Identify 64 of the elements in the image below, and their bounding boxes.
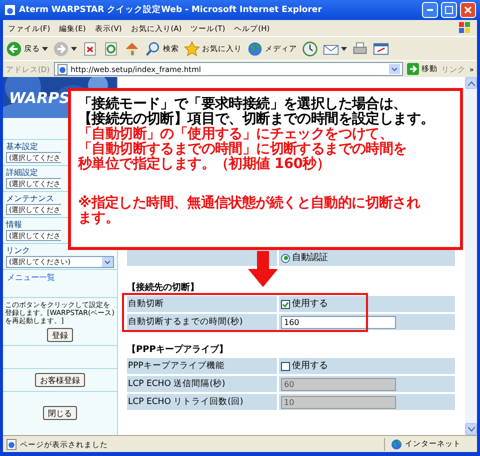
- scroll-down-button[interactable]: [465, 423, 477, 435]
- maximize-icon: [445, 6, 453, 14]
- sidebar-heading: メンテナンス: [6, 194, 54, 203]
- refresh-button[interactable]: [103, 40, 119, 56]
- windows-logo-icon: [458, 21, 472, 35]
- section-heading: 【PPPキープアライブ】: [127, 344, 228, 356]
- checkbox[interactable]: [281, 300, 290, 308]
- stop-icon: [82, 40, 98, 56]
- page-icon: [56, 64, 68, 74]
- up-caret-icon: [468, 80, 474, 86]
- minimize-icon: [427, 9, 433, 11]
- caret-icon: [71, 46, 77, 50]
- down-caret-icon: [468, 426, 474, 432]
- printer-icon: [352, 40, 368, 56]
- forward-arrow-icon: [53, 40, 69, 56]
- radio-button[interactable]: [281, 254, 290, 262]
- menu-list-link[interactable]: メニュー一覧: [3, 270, 59, 285]
- minimize-button[interactable]: [422, 2, 438, 18]
- caret-icon: [341, 46, 347, 50]
- checkbox-label: 使用する: [292, 361, 328, 371]
- edit-window-icon: [373, 40, 389, 56]
- field-label: 自動切断するまでの時間(秒): [127, 314, 277, 330]
- history-button[interactable]: [302, 40, 318, 56]
- checkbox[interactable]: [281, 362, 290, 370]
- callout-text: 「自動切断」の「使用する」にチェックをつけて、 「自動切断するまでの時間」に切断するまでの時間を 秒単位で指定します。（初期値 160秒）: [78, 127, 408, 172]
- refresh-icon: [103, 40, 119, 56]
- register-button[interactable]: 登録: [47, 328, 73, 342]
- home-icon: [124, 40, 140, 56]
- window-icon: [4, 4, 16, 16]
- customer-register-button[interactable]: お客様登録: [35, 373, 85, 387]
- maximize-button[interactable]: [441, 2, 457, 18]
- sidebar-heading: 情報: [6, 220, 22, 229]
- sidebar-heading: 詳細設定: [6, 168, 38, 177]
- sidebar-heading: 基本設定: [6, 142, 38, 151]
- input-field[interactable]: 160: [281, 316, 396, 328]
- stop-button[interactable]: [82, 40, 98, 56]
- field-label: PPPキープアライブ機能: [127, 358, 277, 374]
- back-arrow-icon: [6, 40, 22, 56]
- close-button[interactable]: [460, 2, 476, 18]
- close-icon: [464, 6, 472, 14]
- globe-icon: [391, 438, 402, 450]
- sidebar-heading: リンク: [6, 246, 30, 255]
- search-icon: [145, 40, 161, 56]
- logo-text: WARPS: [9, 90, 70, 106]
- print-button[interactable]: [352, 40, 368, 56]
- field-label: 自動切断: [127, 296, 277, 312]
- scroll-up-button[interactable]: [465, 77, 477, 89]
- globe-icon: [247, 40, 263, 56]
- clock-icon: [302, 40, 318, 56]
- callout-text: ※指定した時間、無通信状態が続くと自動的に切断され ます。: [78, 196, 422, 226]
- field-label: LCP ECHO リトライ回数(回): [127, 394, 277, 410]
- edit-button[interactable]: [373, 40, 389, 56]
- page-icon: [6, 438, 17, 450]
- checkbox-label: 使用する: [292, 299, 328, 309]
- home-button[interactable]: [124, 40, 140, 56]
- callout-text: 「接続モード」で「要求時接続」を選択した場合は、 【接続先の切断】項目で、切断までの時間を設定します。: [78, 97, 436, 127]
- caret-icon: [42, 46, 48, 50]
- star-icon: [184, 40, 200, 56]
- option-label: 自動認証: [292, 253, 328, 263]
- section-heading: 【接続先の切断】: [127, 282, 199, 294]
- field-label: LCP ECHO 送信間隔(秒): [127, 376, 277, 392]
- window-title: Aterm WARPSTAR クイック設定Web - Microsoft Internet Explorer: [19, 5, 323, 15]
- close-page-button[interactable]: 閉じる: [43, 406, 77, 420]
- forward-button[interactable]: [53, 40, 77, 56]
